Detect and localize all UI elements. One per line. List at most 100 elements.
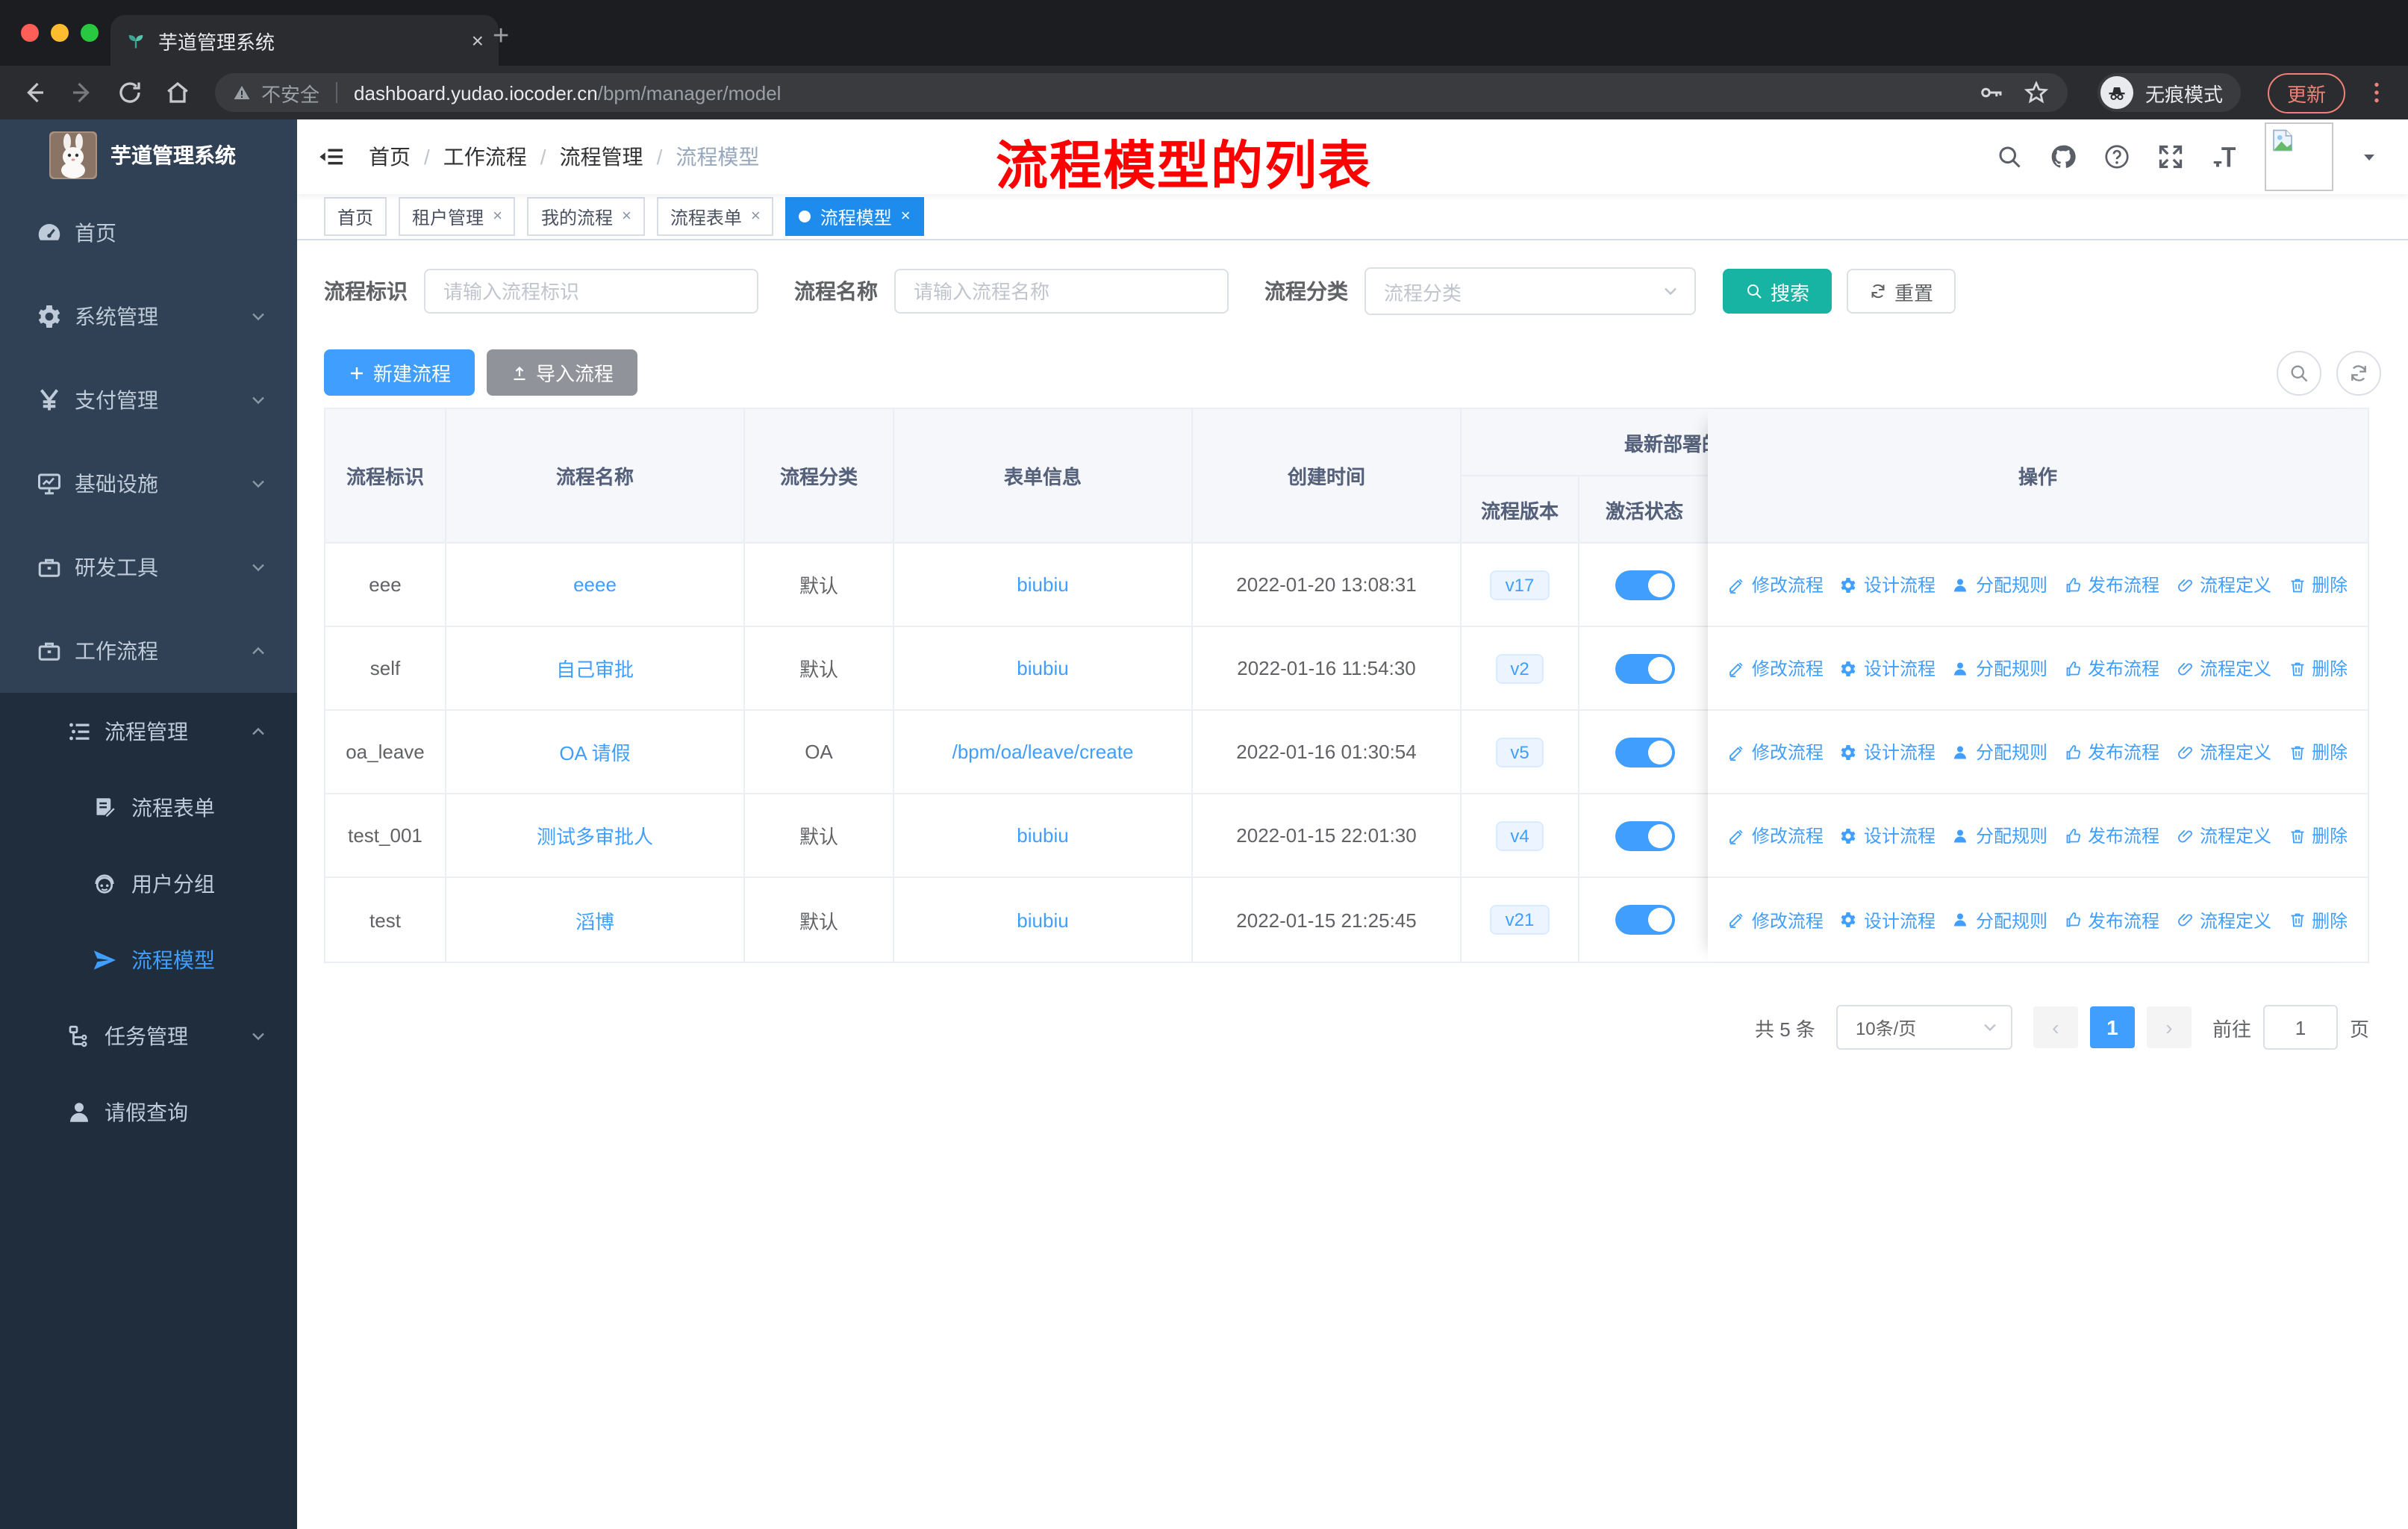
process-name-link[interactable]: 自己审批 xyxy=(556,654,634,682)
publish-process-link[interactable]: 发布流程 xyxy=(2064,739,2159,764)
active-toggle[interactable] xyxy=(1615,820,1674,850)
sidebar-item-system[interactable]: 系统管理 xyxy=(0,275,297,358)
avatar[interactable] xyxy=(2265,122,2333,191)
bookmark-star-icon[interactable] xyxy=(2023,79,2050,106)
publish-process-link[interactable]: 发布流程 xyxy=(2064,655,2159,681)
edit-process-link[interactable]: 修改流程 xyxy=(1728,655,1824,681)
show-search-button[interactable] xyxy=(2277,350,2321,395)
sidebar-item-payment[interactable]: 支付管理 xyxy=(0,358,297,442)
form-info-link[interactable]: biubiu xyxy=(1017,909,1068,931)
fullscreen-icon[interactable] xyxy=(2157,143,2184,170)
process-name-link[interactable]: 滔博 xyxy=(576,906,614,934)
process-name-input[interactable] xyxy=(894,269,1229,314)
process-name-link[interactable]: 测试多审批人 xyxy=(537,821,653,850)
create-process-button[interactable]: 新建流程 xyxy=(324,349,475,396)
browser-tab[interactable]: 芋道管理系统 × xyxy=(110,15,499,66)
form-info-link[interactable]: biubiu xyxy=(1017,573,1068,596)
delete-link[interactable]: 删除 xyxy=(2288,655,2348,681)
process-definition-link[interactable]: 流程定义 xyxy=(2176,655,2271,681)
design-process-link[interactable]: 设计流程 xyxy=(1840,907,1936,932)
publish-process-link[interactable]: 发布流程 xyxy=(2064,572,2159,597)
close-window-button[interactable] xyxy=(21,24,39,42)
tag-home[interactable]: 首页 xyxy=(324,197,387,236)
search-icon[interactable] xyxy=(1996,143,2023,170)
process-definition-link[interactable]: 流程定义 xyxy=(2176,823,2271,848)
assign-rule-link[interactable]: 分配规则 xyxy=(1952,655,2047,681)
sidebar-item-process-management[interactable]: 流程管理 xyxy=(0,693,297,769)
tag-process-form[interactable]: 流程表单 × xyxy=(656,197,774,236)
assign-rule-link[interactable]: 分配规则 xyxy=(1952,823,2047,848)
design-process-link[interactable]: 设计流程 xyxy=(1840,823,1936,848)
breadcrumb-home[interactable]: 首页 xyxy=(369,142,411,172)
version-badge[interactable]: v2 xyxy=(1495,653,1544,683)
active-toggle[interactable] xyxy=(1615,905,1674,935)
version-badge[interactable]: v21 xyxy=(1490,905,1550,935)
process-name-link[interactable]: OA 请假 xyxy=(559,738,630,766)
version-badge[interactable]: v4 xyxy=(1495,820,1544,850)
tab-close-icon[interactable]: × xyxy=(472,28,484,52)
sidebar-item-process-form[interactable]: 流程表单 xyxy=(0,769,297,845)
new-tab-button[interactable]: + xyxy=(493,21,509,54)
active-toggle[interactable] xyxy=(1615,653,1674,683)
breadcrumb-workflow[interactable]: 工作流程 xyxy=(443,142,527,172)
close-icon[interactable]: × xyxy=(622,208,631,225)
tag-tenant[interactable]: 租户管理 × xyxy=(399,197,516,236)
sidebar-item-user-group[interactable]: 用户分组 xyxy=(0,845,297,921)
breadcrumb-process-management[interactable]: 流程管理 xyxy=(560,142,643,172)
reload-icon[interactable] xyxy=(110,73,149,112)
assign-rule-link[interactable]: 分配规则 xyxy=(1952,572,2047,597)
process-name-link[interactable]: eeee xyxy=(573,573,617,596)
edit-process-link[interactable]: 修改流程 xyxy=(1728,907,1824,932)
sidebar-item-task-management[interactable]: 任务管理 xyxy=(0,997,297,1074)
sidebar-item-home[interactable]: 首页 xyxy=(0,191,297,275)
import-process-button[interactable]: 导入流程 xyxy=(487,349,638,396)
publish-process-link[interactable]: 发布流程 xyxy=(2064,907,2159,932)
search-button[interactable]: 搜索 xyxy=(1723,269,1832,314)
page-size-select[interactable]: 10条/页 xyxy=(1835,1005,2012,1050)
prev-page-button[interactable]: ‹ xyxy=(2033,1006,2078,1048)
assign-rule-link[interactable]: 分配规则 xyxy=(1952,739,2047,764)
sidebar-item-infrastructure[interactable]: 基础设施 xyxy=(0,442,297,526)
edit-process-link[interactable]: 修改流程 xyxy=(1728,823,1824,848)
publish-process-link[interactable]: 发布流程 xyxy=(2064,823,2159,848)
tag-my-process[interactable]: 我的流程 × xyxy=(527,197,645,236)
delete-link[interactable]: 删除 xyxy=(2288,739,2348,764)
delete-link[interactable]: 删除 xyxy=(2288,823,2348,848)
version-badge[interactable]: v5 xyxy=(1495,737,1544,767)
goto-page-input[interactable] xyxy=(2262,1005,2338,1050)
design-process-link[interactable]: 设计流程 xyxy=(1840,739,1936,764)
version-badge[interactable]: v17 xyxy=(1490,570,1550,600)
zoom-window-button[interactable] xyxy=(81,24,99,42)
close-icon[interactable]: × xyxy=(493,208,502,225)
close-icon[interactable]: × xyxy=(901,208,911,225)
page-1-button[interactable]: 1 xyxy=(2089,1006,2135,1048)
sidebar-item-devtools[interactable]: 研发工具 xyxy=(0,526,297,609)
help-icon[interactable] xyxy=(2103,143,2130,170)
assign-rule-link[interactable]: 分配规则 xyxy=(1952,907,2047,932)
process-key-input[interactable] xyxy=(424,269,758,314)
sidebar-item-leave-query[interactable]: 请假查询 xyxy=(0,1074,297,1150)
design-process-link[interactable]: 设计流程 xyxy=(1840,655,1936,681)
address-bar[interactable]: 不安全 dashboard.yudao.iocoder.cn/bpm/manag… xyxy=(215,73,2068,112)
edit-process-link[interactable]: 修改流程 xyxy=(1728,739,1824,764)
hamburger-icon[interactable] xyxy=(318,143,345,170)
edit-process-link[interactable]: 修改流程 xyxy=(1728,572,1824,597)
tag-process-model[interactable]: 流程模型 × xyxy=(785,197,924,236)
caret-down-icon[interactable] xyxy=(2360,148,2378,166)
sidebar-item-workflow[interactable]: 工作流程 xyxy=(0,609,297,693)
key-icon[interactable] xyxy=(1978,79,2005,106)
active-toggle[interactable] xyxy=(1615,570,1674,600)
design-process-link[interactable]: 设计流程 xyxy=(1840,572,1936,597)
github-icon[interactable] xyxy=(2050,143,2077,170)
home-icon[interactable] xyxy=(158,73,197,112)
close-icon[interactable]: × xyxy=(751,208,761,225)
form-info-link[interactable]: /bpm/oa/leave/create xyxy=(952,741,1134,763)
process-category-select[interactable]: 流程分类 xyxy=(1364,267,1696,315)
sidebar-item-process-model[interactable]: 流程模型 xyxy=(0,921,297,997)
process-definition-link[interactable]: 流程定义 xyxy=(2176,907,2271,932)
font-size-icon[interactable] xyxy=(2211,143,2238,170)
delete-link[interactable]: 删除 xyxy=(2288,572,2348,597)
browser-menu-icon[interactable] xyxy=(2360,79,2393,106)
back-icon[interactable] xyxy=(15,73,54,112)
active-toggle[interactable] xyxy=(1615,737,1674,767)
